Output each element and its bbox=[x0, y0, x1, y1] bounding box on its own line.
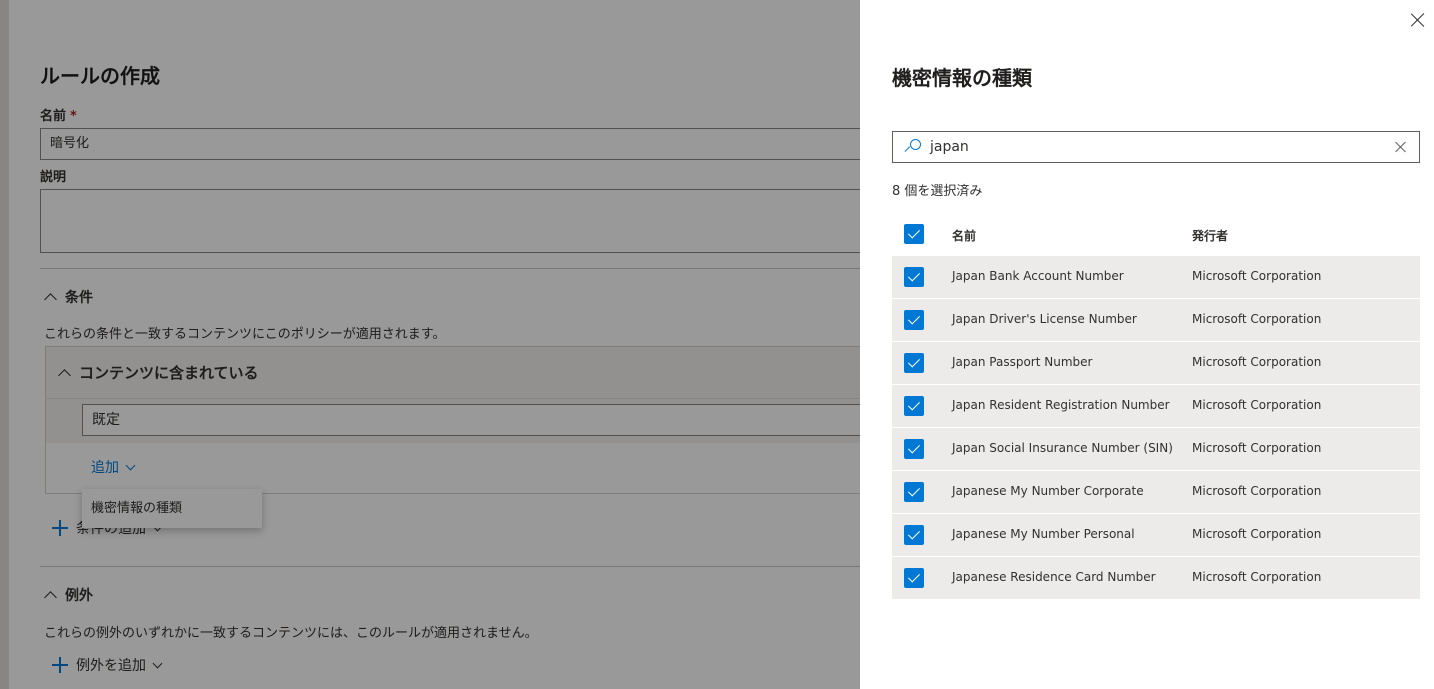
table-header: 名前 発行者 bbox=[892, 214, 1420, 256]
row-checkbox[interactable] bbox=[904, 267, 924, 287]
select-all-checkbox[interactable] bbox=[904, 224, 924, 244]
table-row[interactable]: Japanese My Number Personal Microsoft Cor… bbox=[892, 514, 1420, 556]
panel-title: 機密情報の種類 bbox=[892, 66, 1032, 90]
table-row[interactable]: Japan Driver's License Number Microsoft C… bbox=[892, 299, 1420, 341]
row-publisher: Microsoft Corporation bbox=[1192, 269, 1322, 283]
row-name: Japan Driver's License Number bbox=[952, 312, 1137, 326]
row-publisher: Microsoft Corporation bbox=[1192, 398, 1322, 412]
row-name: Japanese Residence Card Number bbox=[952, 570, 1156, 584]
table-body: Japan Bank Account Number Microsoft Corpo… bbox=[892, 256, 1420, 600]
search-icon bbox=[904, 139, 921, 155]
row-name: Japan Social Insurance Number (SIN) bbox=[952, 441, 1173, 455]
row-name: Japanese My Number Corporate bbox=[952, 484, 1144, 498]
column-header-name: 名前 bbox=[952, 229, 977, 243]
row-checkbox[interactable] bbox=[904, 439, 924, 459]
row-publisher: Microsoft Corporation bbox=[1192, 355, 1322, 369]
sensitive-info-types-panel: 機密情報の種類 japan 8 個を選択済み 名前 発行者 Japan Bank… bbox=[860, 0, 1434, 689]
modal-overlay[interactable] bbox=[0, 0, 860, 689]
row-publisher: Microsoft Corporation bbox=[1192, 527, 1322, 541]
row-publisher: Microsoft Corporation bbox=[1192, 570, 1322, 584]
row-publisher: Microsoft Corporation bbox=[1192, 484, 1322, 498]
table-row[interactable]: Japanese Residence Card Number Microsoft … bbox=[892, 557, 1420, 599]
table-row[interactable]: Japanese My Number Corporate Microsoft Co… bbox=[892, 471, 1420, 513]
table-row[interactable]: Japan Resident Registration Number Micros… bbox=[892, 385, 1420, 427]
table-row[interactable]: Japan Passport Number Microsoft Corporati… bbox=[892, 342, 1420, 384]
close-icon[interactable] bbox=[1410, 12, 1426, 28]
search-value: japan bbox=[930, 139, 969, 155]
row-name: Japanese My Number Personal bbox=[952, 527, 1135, 541]
row-name: Japan Resident Registration Number bbox=[952, 398, 1170, 412]
row-publisher: Microsoft Corporation bbox=[1192, 312, 1322, 326]
row-checkbox[interactable] bbox=[904, 310, 924, 330]
column-header-publisher: 発行者 bbox=[1192, 229, 1229, 243]
clear-icon[interactable] bbox=[1395, 141, 1407, 153]
row-name: Japan Passport Number bbox=[952, 355, 1093, 369]
row-checkbox[interactable] bbox=[904, 396, 924, 416]
row-name: Japan Bank Account Number bbox=[952, 269, 1124, 283]
row-checkbox[interactable] bbox=[904, 525, 924, 545]
row-checkbox[interactable] bbox=[904, 482, 924, 502]
table-row[interactable]: Japan Social Insurance Number (SIN) Micro… bbox=[892, 428, 1420, 470]
selected-count: 8 個を選択済み bbox=[892, 184, 983, 199]
row-checkbox[interactable] bbox=[904, 568, 924, 588]
table-row[interactable]: Japan Bank Account Number Microsoft Corpo… bbox=[892, 256, 1420, 298]
row-publisher: Microsoft Corporation bbox=[1192, 441, 1322, 455]
row-checkbox[interactable] bbox=[904, 353, 924, 373]
search-input[interactable]: japan bbox=[892, 131, 1420, 163]
